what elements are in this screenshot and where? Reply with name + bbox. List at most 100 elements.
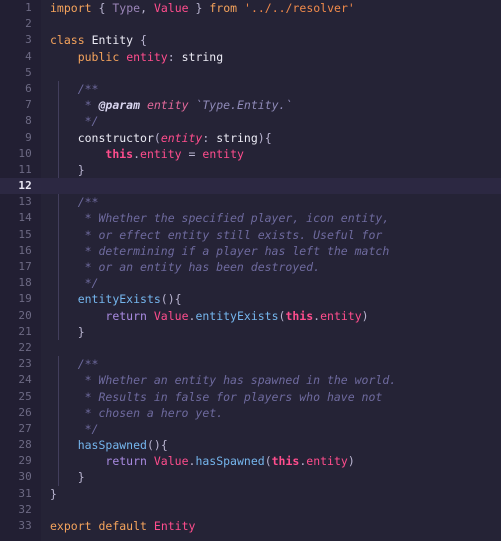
code-text[interactable]: export default Entity <box>41 518 501 534</box>
code-line[interactable]: 32 <box>0 502 501 518</box>
token-kw: from <box>209 1 238 15</box>
line-number: 13 <box>18 195 32 209</box>
token-ident: Entity <box>91 33 134 48</box>
code-text[interactable]: /** <box>41 356 501 372</box>
code-line[interactable]: 7 * @param entity `Type.Entity.` <box>0 97 501 113</box>
code-line[interactable]: 17 * or an entity has been destroyed. <box>0 259 501 275</box>
code-line[interactable]: 25 * Results in false for players who ha… <box>0 389 501 405</box>
token-punc: () <box>146 438 161 453</box>
token-pink: entity <box>140 146 182 161</box>
code-text[interactable]: import { Type, Value } from '../../resol… <box>41 0 501 16</box>
code-text[interactable]: this.entity = entity <box>41 146 501 162</box>
code-line[interactable]: 12 <box>0 178 501 195</box>
token-blue: hasSpawned <box>195 454 265 469</box>
code-text[interactable]: */ <box>41 113 501 129</box>
code-text[interactable]: entityExists(){ <box>41 291 501 307</box>
token-pink: entity <box>320 308 362 323</box>
code-line[interactable]: 22 <box>0 340 501 356</box>
code-line[interactable]: 18 */ <box>0 275 501 291</box>
code-line[interactable]: 16 * determining if a player has left th… <box>0 243 501 259</box>
code-text[interactable]: constructor(entity: string){ <box>41 130 501 146</box>
token-pinkb: this <box>285 308 314 323</box>
code-text[interactable]: * Whether an entity has spawned in the w… <box>41 372 501 388</box>
token-punc: ) <box>347 454 355 469</box>
token-punc: : <box>167 49 175 64</box>
code-text[interactable]: * Whether the specified player, icon ent… <box>41 210 501 226</box>
code-text[interactable]: return Value.hasSpawned(this.entity) <box>41 453 501 469</box>
code-line[interactable]: 14 * Whether the specified player, icon … <box>0 210 501 226</box>
code-text[interactable]: public entity: string <box>41 49 501 65</box>
code-text[interactable] <box>41 178 501 194</box>
token-punc: { <box>140 33 147 48</box>
code-text[interactable]: } <box>41 162 501 178</box>
code-line[interactable]: 2 <box>0 16 501 32</box>
code-lines[interactable]: 1 import { Type, Value } from '../../reso… <box>0 0 501 534</box>
code-line[interactable]: 28 hasSpawned(){ <box>0 437 501 453</box>
code-text[interactable] <box>41 16 501 32</box>
code-line[interactable]: 13 /** <box>0 194 501 210</box>
code-line[interactable]: 10 this.entity = entity <box>0 146 501 162</box>
code-text[interactable] <box>41 340 501 356</box>
code-line[interactable]: 24 * Whether an entity has spawned in th… <box>0 372 501 388</box>
code-line[interactable]: 30 } <box>0 469 501 485</box>
code-editor[interactable]: 1 import { Type, Value } from '../../reso… <box>0 0 501 541</box>
code-line[interactable]: 19 entityExists(){ <box>0 291 501 307</box>
code-text[interactable]: * Results in false for players who have … <box>41 389 501 405</box>
token-punc <box>175 50 182 64</box>
code-line[interactable]: 27 */ <box>0 421 501 437</box>
token-punc: } <box>77 470 85 485</box>
token-cmt: */ <box>50 114 99 129</box>
code-text[interactable]: * or effect entity still exists. Useful … <box>41 227 501 243</box>
code-line[interactable]: 8 */ <box>0 113 501 129</box>
token-punc <box>50 325 78 339</box>
code-line[interactable]: 1 import { Type, Value } from '../../reso… <box>0 0 501 16</box>
code-line[interactable]: 5 <box>0 65 501 81</box>
code-text[interactable]: * @param entity `Type.Entity.` <box>41 97 501 113</box>
token-punc: . <box>133 146 141 161</box>
line-number: 11 <box>18 162 32 176</box>
token-ident: string <box>216 130 258 145</box>
line-number: 14 <box>18 211 32 225</box>
code-text[interactable]: hasSpawned(){ <box>41 437 501 453</box>
code-line[interactable]: 4 public entity: string <box>0 49 501 65</box>
line-number: 19 <box>18 292 32 306</box>
code-text[interactable]: * chosen a hero yet. <box>41 405 501 421</box>
token-punc: ( <box>264 454 272 469</box>
line-number: 24 <box>18 373 32 387</box>
code-text[interactable]: } <box>41 486 501 502</box>
code-text[interactable]: */ <box>41 275 501 291</box>
code-text[interactable]: * determining if a player has left the m… <box>41 243 501 259</box>
code-text[interactable]: } <box>41 469 501 485</box>
token-str: '../../resolver' <box>244 1 355 15</box>
code-line[interactable]: 31} <box>0 486 501 502</box>
code-line[interactable]: 23 /** <box>0 356 501 372</box>
code-text[interactable]: * or an entity has been destroyed. <box>41 259 501 275</box>
token-kw2: return <box>105 454 147 469</box>
code-line[interactable]: 3 class Entity { <box>0 32 501 48</box>
code-line[interactable]: 20 return Value.entityExists(this.entity… <box>0 308 501 324</box>
code-line[interactable]: 15 * or effect entity still exists. Usef… <box>0 227 501 243</box>
token-punc <box>50 309 105 323</box>
code-text[interactable]: /** <box>41 81 501 97</box>
code-line[interactable]: 26 * chosen a hero yet. <box>0 405 501 421</box>
token-punc <box>50 195 78 209</box>
code-line[interactable]: 21 } <box>0 324 501 340</box>
token-punc: , <box>140 1 147 15</box>
code-text[interactable]: /** <box>41 194 501 210</box>
code-line[interactable]: 33 export default Entity <box>0 518 501 534</box>
line-number: 9 <box>25 130 32 144</box>
code-text[interactable]: return Value.entityExists(this.entity) <box>41 308 501 324</box>
code-line[interactable]: 11 } <box>0 162 501 178</box>
code-text[interactable] <box>41 65 501 81</box>
line-number: 8 <box>25 114 32 128</box>
code-text[interactable]: class Entity { <box>41 32 501 48</box>
code-line[interactable]: 29 return Value.hasSpawned(this.entity) <box>0 453 501 469</box>
code-line[interactable]: 6 /** <box>0 81 501 97</box>
line-number: 10 <box>18 146 32 160</box>
token-punc <box>237 1 244 15</box>
code-text[interactable]: } <box>41 324 501 340</box>
token-punc: { <box>264 130 272 145</box>
code-text[interactable] <box>41 502 501 518</box>
code-text[interactable]: */ <box>41 421 501 437</box>
code-line[interactable]: 9 constructor(entity: string){ <box>0 130 501 146</box>
